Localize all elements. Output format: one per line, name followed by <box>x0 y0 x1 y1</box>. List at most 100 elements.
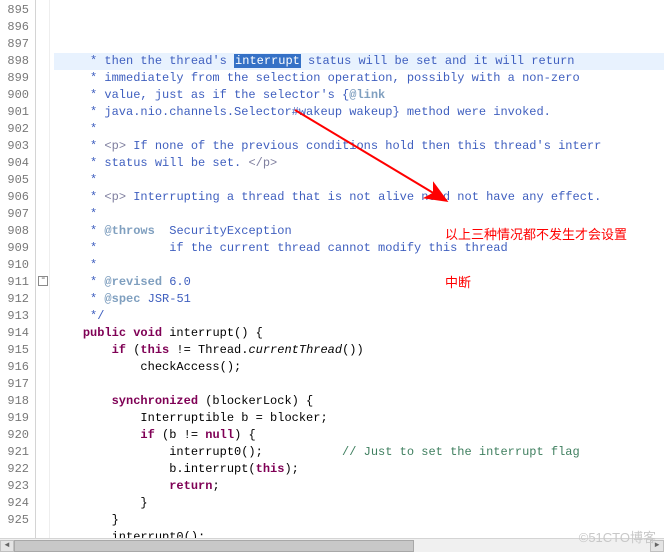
code-line[interactable]: } <box>54 512 664 529</box>
line-number: 915 <box>4 342 29 359</box>
code-token: * <box>54 173 97 187</box>
code-line[interactable]: * java.nio.channels.Selector#wakeup wake… <box>54 104 664 121</box>
code-line[interactable] <box>54 376 664 393</box>
code-line[interactable]: checkAccess(); <box>54 359 664 376</box>
fold-cell <box>36 153 49 170</box>
code-line[interactable]: Interruptible b = blocker; <box>54 410 664 427</box>
code-token: null <box>205 428 234 442</box>
code-token: @link <box>349 88 385 102</box>
scroll-left-button[interactable]: ◄ <box>0 540 14 552</box>
code-line[interactable]: * <box>54 206 664 223</box>
code-token: ; <box>212 479 219 493</box>
line-number: 907 <box>4 206 29 223</box>
line-number: 896 <box>4 19 29 36</box>
code-token: * <box>54 275 104 289</box>
code-token: */ <box>54 309 104 323</box>
code-token: * <box>54 207 97 221</box>
code-token <box>54 479 169 493</box>
code-line[interactable]: * <box>54 172 664 189</box>
code-token: != Thread. <box>169 343 248 357</box>
fold-column[interactable] <box>36 0 50 552</box>
line-number: 908 <box>4 223 29 240</box>
scrollbar-track[interactable] <box>14 540 650 552</box>
fold-cell <box>36 357 49 374</box>
code-token: Interrupting a thread that is not alive … <box>126 190 601 204</box>
code-line[interactable]: * @spec JSR-51 <box>54 291 664 308</box>
scrollbar-thumb[interactable] <box>14 540 414 552</box>
fold-cell <box>36 0 49 17</box>
fold-cell <box>36 323 49 340</box>
line-number: 921 <box>4 444 29 461</box>
code-line[interactable]: * status will be set. </p> <box>54 155 664 172</box>
code-line[interactable]: interrupt0(); // Just to set the interru… <box>54 444 664 461</box>
code-token: ) { <box>234 428 256 442</box>
code-line[interactable]: if (this != Thread.currentThread()) <box>54 342 664 359</box>
code-editor[interactable]: 8958968978988999009019029039049059069079… <box>0 0 664 552</box>
code-token <box>54 326 83 340</box>
code-token: <p> <box>104 139 126 153</box>
fold-cell <box>36 68 49 85</box>
code-token: * <box>54 190 104 204</box>
fold-cell <box>36 34 49 51</box>
code-area[interactable]: * then the thread's interrupt status wil… <box>50 0 664 552</box>
code-token: (blockerLock) { <box>198 394 313 408</box>
fold-cell <box>36 408 49 425</box>
code-line[interactable]: * <box>54 257 664 274</box>
fold-cell <box>36 442 49 459</box>
fold-cell <box>36 425 49 442</box>
line-number: 923 <box>4 478 29 495</box>
code-token: // Just to set the interrupt flag <box>342 445 580 459</box>
line-number: 909 <box>4 240 29 257</box>
code-token: checkAccess(); <box>54 360 241 374</box>
line-number: 925 <box>4 512 29 529</box>
code-token: * value, just as if the selector's { <box>54 88 349 102</box>
fold-cell <box>36 391 49 408</box>
fold-cell <box>36 306 49 323</box>
code-line[interactable]: * @revised 6.0 <box>54 274 664 291</box>
code-token: @throws <box>104 224 154 238</box>
code-line[interactable]: public void interrupt() { <box>54 325 664 342</box>
fold-cell <box>36 493 49 510</box>
line-number: 903 <box>4 138 29 155</box>
fold-cell <box>36 340 49 357</box>
code-token: this <box>140 343 169 357</box>
code-line[interactable]: if (b != null) { <box>54 427 664 444</box>
code-line[interactable]: */ <box>54 308 664 325</box>
line-number: 905 <box>4 172 29 189</box>
line-number: 918 <box>4 393 29 410</box>
code-line[interactable]: return; <box>54 478 664 495</box>
code-token: @revised <box>104 275 162 289</box>
code-token: interrupt <box>234 54 301 68</box>
code-line[interactable]: * then the thread's interrupt status wil… <box>54 53 664 70</box>
scroll-right-button[interactable]: ► <box>650 540 664 552</box>
line-number: 898 <box>4 53 29 70</box>
line-number: 899 <box>4 70 29 87</box>
code-token: } <box>54 496 148 510</box>
code-line[interactable]: synchronized (blockerLock) { <box>54 393 664 410</box>
fold-cell <box>36 170 49 187</box>
code-line[interactable]: * <p> Interrupting a thread that is not … <box>54 189 664 206</box>
code-line[interactable]: * @throws SecurityException <box>54 223 664 240</box>
fold-toggle-icon[interactable] <box>36 272 49 289</box>
code-line[interactable]: * <box>54 121 664 138</box>
code-line[interactable]: b.interrupt(this); <box>54 461 664 478</box>
code-token: </p> <box>248 156 277 170</box>
line-number: 920 <box>4 427 29 444</box>
code-token: currentThread <box>248 343 342 357</box>
code-line[interactable]: * <p> If none of the previous conditions… <box>54 138 664 155</box>
code-line[interactable]: } <box>54 495 664 512</box>
line-number: 900 <box>4 87 29 104</box>
code-token: * <box>54 292 104 306</box>
line-number: 919 <box>4 410 29 427</box>
fold-cell <box>36 51 49 68</box>
code-token: @spec <box>104 292 140 306</box>
code-line[interactable]: * immediately from the selection operati… <box>54 70 664 87</box>
fold-cell <box>36 238 49 255</box>
code-line[interactable]: * value, just as if the selector's {@lin… <box>54 87 664 104</box>
horizontal-scrollbar[interactable]: ◄ ► <box>0 538 664 552</box>
code-token: * java.nio.channels.Selector#wakeup wake… <box>54 105 551 119</box>
code-line[interactable]: * if the current thread cannot modify th… <box>54 240 664 257</box>
code-token: if <box>140 428 154 442</box>
fold-cell <box>36 119 49 136</box>
fold-cell <box>36 102 49 119</box>
